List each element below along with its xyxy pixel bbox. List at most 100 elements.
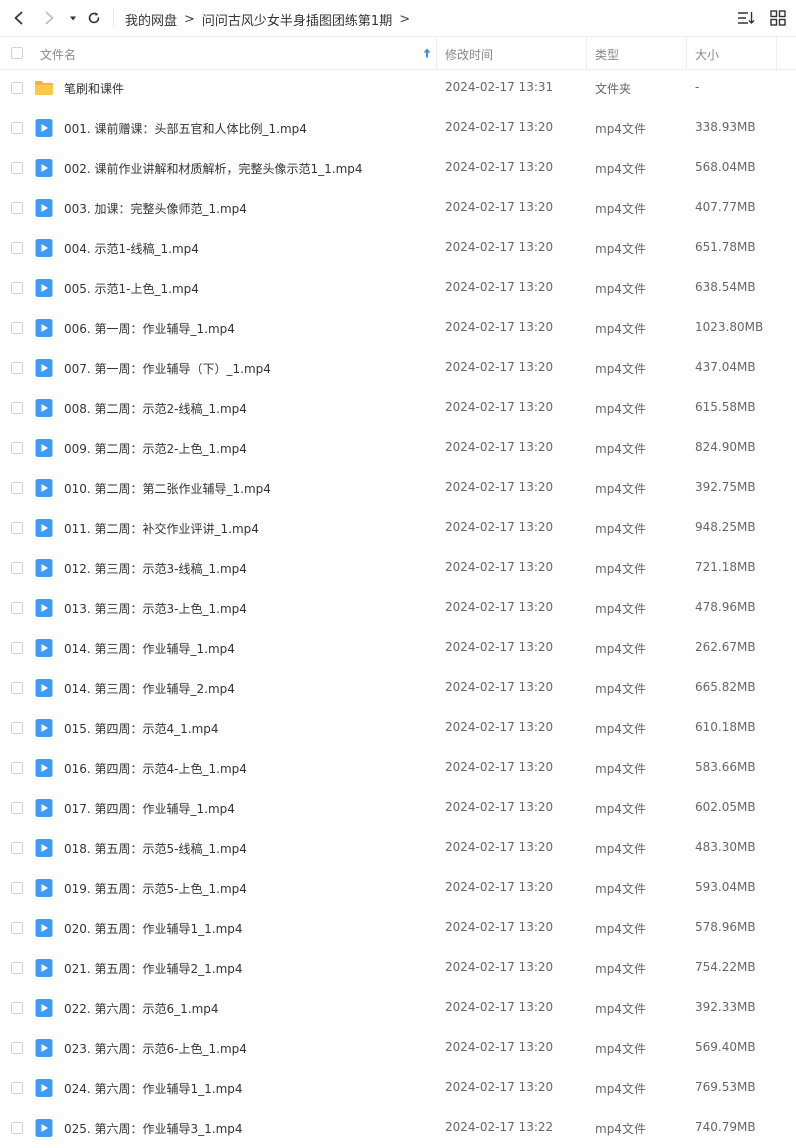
file-row[interactable]: 014. 第三周：作业辅导_2.mp4 2024-02-17 13:20 mp4文件…: [0, 668, 796, 708]
refresh-icon[interactable]: [83, 7, 105, 29]
row-checkbox[interactable]: [11, 922, 23, 934]
file-name[interactable]: 018. 第五周：示范5-线稿_1.mp4: [64, 840, 247, 857]
column-divider[interactable]: [686, 37, 687, 69]
row-checkbox[interactable]: [11, 1122, 23, 1134]
file-row[interactable]: 020. 第五周：作业辅导1_1.mp4 2024-02-17 13:20 mp4文…: [0, 908, 796, 948]
file-name[interactable]: 笔刷和课件: [64, 80, 124, 97]
file-row[interactable]: 012. 第三周：示范3-线稿_1.mp4 2024-02-17 13:20 mp4…: [0, 548, 796, 588]
file-row[interactable]: 011. 第二周：补交作业评讲_1.mp4 2024-02-17 13:20 mp4…: [0, 508, 796, 548]
row-checkbox[interactable]: [11, 482, 23, 494]
grid-view-icon[interactable]: [768, 8, 788, 28]
file-row[interactable]: 004. 示范1-线稿_1.mp4 2024-02-17 13:20 mp4文件 65…: [0, 228, 796, 268]
row-checkbox[interactable]: [11, 402, 23, 414]
column-header-name[interactable]: 文件名: [40, 46, 76, 63]
file-row[interactable]: 021. 第五周：作业辅导2_1.mp4 2024-02-17 13:20 mp4文…: [0, 948, 796, 988]
file-name[interactable]: 006. 第一周：作业辅导_1.mp4: [64, 320, 235, 337]
row-checkbox[interactable]: [11, 762, 23, 774]
back-arrow-icon[interactable]: [8, 7, 30, 29]
file-row[interactable]: 002. 课前作业讲解和材质解析，完整头像示范1_1.mp4 2024-02-17…: [0, 148, 796, 188]
row-checkbox[interactable]: [11, 522, 23, 534]
row-checkbox[interactable]: [11, 642, 23, 654]
row-checkbox[interactable]: [11, 82, 23, 94]
file-name[interactable]: 009. 第二周：示范2-上色_1.mp4: [64, 440, 247, 457]
file-row[interactable]: 003. 加课：完整头像师范_1.mp4 2024-02-17 13:20 mp4文…: [0, 188, 796, 228]
file-name[interactable]: 010. 第二周：第二张作业辅导_1.mp4: [64, 480, 271, 497]
file-row[interactable]: 010. 第二周：第二张作业辅导_1.mp4 2024-02-17 13:20 mp…: [0, 468, 796, 508]
row-checkbox[interactable]: [11, 162, 23, 174]
file-name[interactable]: 007. 第一周：作业辅导（下）_1.mp4: [64, 360, 271, 377]
file-row[interactable]: 008. 第二周：示范2-线稿_1.mp4 2024-02-17 13:20 mp4…: [0, 388, 796, 428]
file-name[interactable]: 023. 第六周：示范6-上色_1.mp4: [64, 1040, 247, 1057]
row-checkbox[interactable]: [11, 802, 23, 814]
file-name[interactable]: 014. 第三周：作业辅导_2.mp4: [64, 680, 235, 697]
file-name[interactable]: 015. 第四周：示范4_1.mp4: [64, 720, 219, 737]
sort-ascending-icon[interactable]: [423, 47, 431, 61]
file-name[interactable]: 005. 示范1-上色_1.mp4: [64, 280, 199, 297]
file-row[interactable]: 018. 第五周：示范5-线稿_1.mp4 2024-02-17 13:20 mp4…: [0, 828, 796, 868]
file-name[interactable]: 004. 示范1-线稿_1.mp4: [64, 240, 199, 257]
column-divider[interactable]: [436, 37, 437, 69]
breadcrumb-more-icon[interactable]: >: [399, 12, 410, 27]
column-divider[interactable]: [586, 37, 587, 69]
row-checkbox[interactable]: [11, 962, 23, 974]
row-checkbox[interactable]: [11, 602, 23, 614]
file-row[interactable]: 笔刷和课件 2024-02-17 13:31 文件夹 -: [0, 68, 796, 108]
file-row[interactable]: 005. 示范1-上色_1.mp4 2024-02-17 13:20 mp4文件 63…: [0, 268, 796, 308]
file-name[interactable]: 002. 课前作业讲解和材质解析，完整头像示范1_1.mp4: [64, 160, 363, 177]
file-row[interactable]: 016. 第四周：示范4-上色_1.mp4 2024-02-17 13:20 mp4…: [0, 748, 796, 788]
row-checkbox[interactable]: [11, 562, 23, 574]
column-header-mtime[interactable]: 修改时间: [445, 46, 493, 63]
row-checkbox[interactable]: [11, 122, 23, 134]
file-name[interactable]: 025. 第六周：作业辅导3_1.mp4: [64, 1120, 243, 1137]
file-row[interactable]: 024. 第六周：作业辅导1_1.mp4 2024-02-17 13:20 mp4文…: [0, 1068, 796, 1108]
file-name[interactable]: 001. 课前赠课：头部五官和人体比例_1.mp4: [64, 120, 307, 137]
file-name[interactable]: 022. 第六周：示范6_1.mp4: [64, 1000, 219, 1017]
file-row[interactable]: 015. 第四周：示范4_1.mp4 2024-02-17 13:20 mp4文件 6…: [0, 708, 796, 748]
column-divider[interactable]: [776, 37, 777, 69]
file-name[interactable]: 003. 加课：完整头像师范_1.mp4: [64, 200, 247, 217]
file-row[interactable]: 022. 第六周：示范6_1.mp4 2024-02-17 13:20 mp4文件 3…: [0, 988, 796, 1028]
breadcrumb-item-current-folder[interactable]: 问问古风少女半身插图团练第1期: [202, 10, 392, 29]
row-checkbox[interactable]: [11, 682, 23, 694]
file-row[interactable]: 007. 第一周：作业辅导（下）_1.mp4 2024-02-17 13:20 mp…: [0, 348, 796, 388]
file-name[interactable]: 017. 第四周：作业辅导_1.mp4: [64, 800, 235, 817]
row-checkbox[interactable]: [11, 322, 23, 334]
file-name[interactable]: 024. 第六周：作业辅导1_1.mp4: [64, 1080, 243, 1097]
row-checkbox[interactable]: [11, 1082, 23, 1094]
file-row[interactable]: 001. 课前赠课：头部五官和人体比例_1.mp4 2024-02-17 13:2…: [0, 108, 796, 148]
column-header-type[interactable]: 类型: [595, 46, 619, 63]
file-row[interactable]: 014. 第三周：作业辅导_1.mp4 2024-02-17 13:20 mp4文件…: [0, 628, 796, 668]
file-row[interactable]: 009. 第二周：示范2-上色_1.mp4 2024-02-17 13:20 mp4…: [0, 428, 796, 468]
file-name[interactable]: 020. 第五周：作业辅导1_1.mp4: [64, 920, 243, 937]
file-name[interactable]: 019. 第五周：示范5-上色_1.mp4: [64, 880, 247, 897]
row-checkbox[interactable]: [11, 442, 23, 454]
file-row[interactable]: 025. 第六周：作业辅导3_1.mp4 2024-02-17 13:22 mp4文…: [0, 1108, 796, 1148]
file-name[interactable]: 021. 第五周：作业辅导2_1.mp4: [64, 960, 243, 977]
file-name[interactable]: 011. 第二周：补交作业评讲_1.mp4: [64, 520, 259, 537]
row-checkbox[interactable]: [11, 882, 23, 894]
row-checkbox[interactable]: [11, 362, 23, 374]
row-checkbox[interactable]: [11, 722, 23, 734]
sort-list-icon[interactable]: [736, 8, 756, 28]
row-checkbox[interactable]: [11, 1002, 23, 1014]
select-all-checkbox[interactable]: [11, 47, 23, 59]
history-dropdown-icon[interactable]: [62, 7, 84, 29]
breadcrumb-item-root[interactable]: 我的网盘: [125, 10, 177, 29]
file-row[interactable]: 006. 第一周：作业辅导_1.mp4 2024-02-17 13:20 mp4文件…: [0, 308, 796, 348]
file-name[interactable]: 016. 第四周：示范4-上色_1.mp4: [64, 760, 247, 777]
column-header-size[interactable]: 大小: [695, 46, 719, 63]
file-name[interactable]: 014. 第三周：作业辅导_1.mp4: [64, 640, 235, 657]
row-checkbox[interactable]: [11, 242, 23, 254]
row-checkbox[interactable]: [11, 1042, 23, 1054]
file-row[interactable]: 019. 第五周：示范5-上色_1.mp4 2024-02-17 13:20 mp4…: [0, 868, 796, 908]
row-checkbox[interactable]: [11, 202, 23, 214]
forward-arrow-icon[interactable]: [38, 7, 60, 29]
file-name[interactable]: 012. 第三周：示范3-线稿_1.mp4: [64, 560, 247, 577]
file-row[interactable]: 017. 第四周：作业辅导_1.mp4 2024-02-17 13:20 mp4文件…: [0, 788, 796, 828]
file-name[interactable]: 008. 第二周：示范2-线稿_1.mp4: [64, 400, 247, 417]
row-checkbox[interactable]: [11, 842, 23, 854]
file-row[interactable]: 013. 第三周：示范3-上色_1.mp4 2024-02-17 13:20 mp4…: [0, 588, 796, 628]
row-checkbox[interactable]: [11, 282, 23, 294]
file-name[interactable]: 013. 第三周：示范3-上色_1.mp4: [64, 600, 247, 617]
file-row[interactable]: 023. 第六周：示范6-上色_1.mp4 2024-02-17 13:20 mp4…: [0, 1028, 796, 1068]
